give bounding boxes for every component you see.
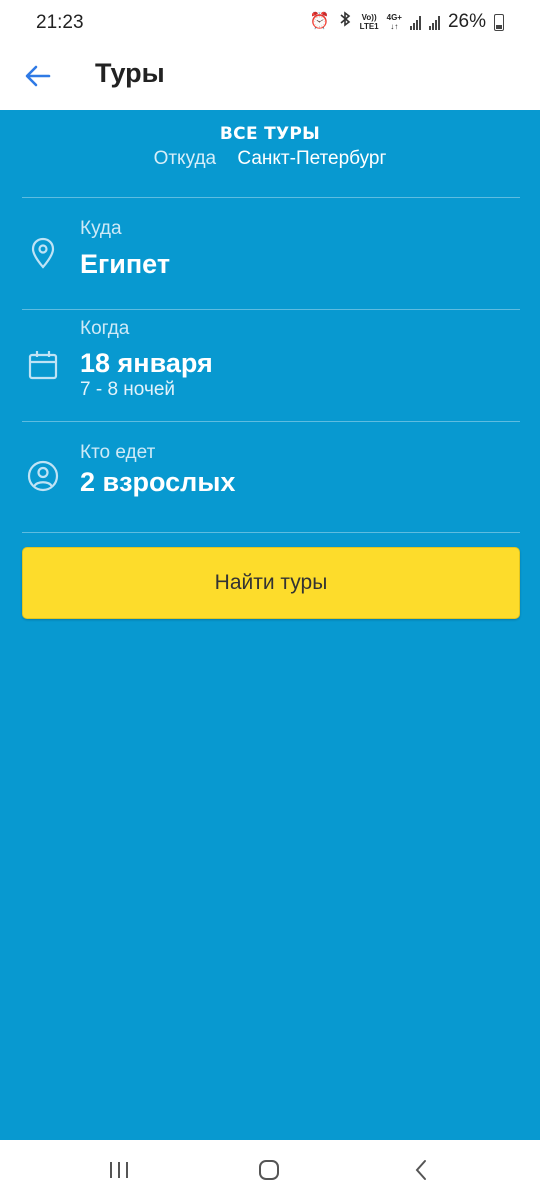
- calendar-icon: [28, 351, 58, 380]
- search-header: ВСЕ ТУРЫ Откуда Санкт-Петербург: [0, 124, 540, 170]
- divider: [22, 532, 520, 533]
- location-pin-icon: [31, 237, 55, 269]
- recent-apps-icon: [110, 1162, 128, 1178]
- from-label: Откуда: [153, 148, 217, 169]
- app-bar: Туры: [0, 46, 540, 110]
- status-icons: ⏰ Vo)) LTE1 4G+ ↓↑ 26%: [310, 10, 504, 34]
- signal-icon-2: [428, 14, 440, 30]
- from-row[interactable]: Откуда Санкт-Петербург: [0, 148, 540, 170]
- volte-line2: LTE1: [359, 22, 379, 31]
- destination-value: Египет: [80, 249, 171, 279]
- all-tours-heading: ВСЕ ТУРЫ: [219, 124, 321, 144]
- destination-field[interactable]: Куда Египет: [0, 198, 540, 309]
- search-form: ВСЕ ТУРЫ Откуда Санкт-Петербург Куда Еги…: [0, 110, 540, 1140]
- dates-field[interactable]: Когда 18 января 7 - 8 ночей: [0, 310, 540, 421]
- navigation-bar: [0, 1140, 540, 1200]
- travelers-field[interactable]: Кто едет 2 взрослых: [0, 422, 540, 532]
- volte-line1: Vo)): [361, 13, 377, 22]
- status-bar: 21:23 ⏰ Vo)) LTE1 4G+ ↓↑ 26%: [0, 0, 540, 46]
- travelers-label: Кто едет: [80, 442, 156, 463]
- back-button[interactable]: [22, 60, 54, 92]
- battery-icon: [494, 13, 504, 31]
- dates-value: 18 января: [80, 348, 213, 378]
- arrow-left-icon: [25, 65, 51, 87]
- system-back-button[interactable]: [401, 1156, 441, 1184]
- volte-indicator: Vo)) LTE1: [360, 13, 379, 31]
- status-time: 21:23: [36, 12, 84, 33]
- from-value: Санкт-Петербург: [237, 148, 387, 169]
- recent-apps-button[interactable]: [99, 1156, 139, 1184]
- battery-percent: 26%: [447, 11, 486, 32]
- travelers-value: 2 взрослых: [80, 467, 236, 497]
- back-icon: [415, 1160, 426, 1180]
- network-line1: 4G+: [386, 13, 402, 22]
- page-title: Туры: [95, 58, 165, 88]
- network-indicator: 4G+ ↓↑: [387, 13, 402, 31]
- home-button[interactable]: [249, 1156, 289, 1184]
- person-icon: [27, 460, 59, 492]
- alarm-icon: ⏰: [309, 13, 330, 30]
- destination-label: Куда: [80, 218, 122, 239]
- dates-label: Когда: [80, 318, 130, 339]
- signal-icon: [409, 14, 421, 30]
- find-tours-button[interactable]: Найти туры: [22, 547, 520, 619]
- bluetooth-icon: [338, 10, 352, 34]
- home-icon: [259, 1160, 279, 1180]
- nights-value: 7 - 8 ночей: [80, 379, 176, 400]
- network-line2: ↓↑: [390, 22, 399, 31]
